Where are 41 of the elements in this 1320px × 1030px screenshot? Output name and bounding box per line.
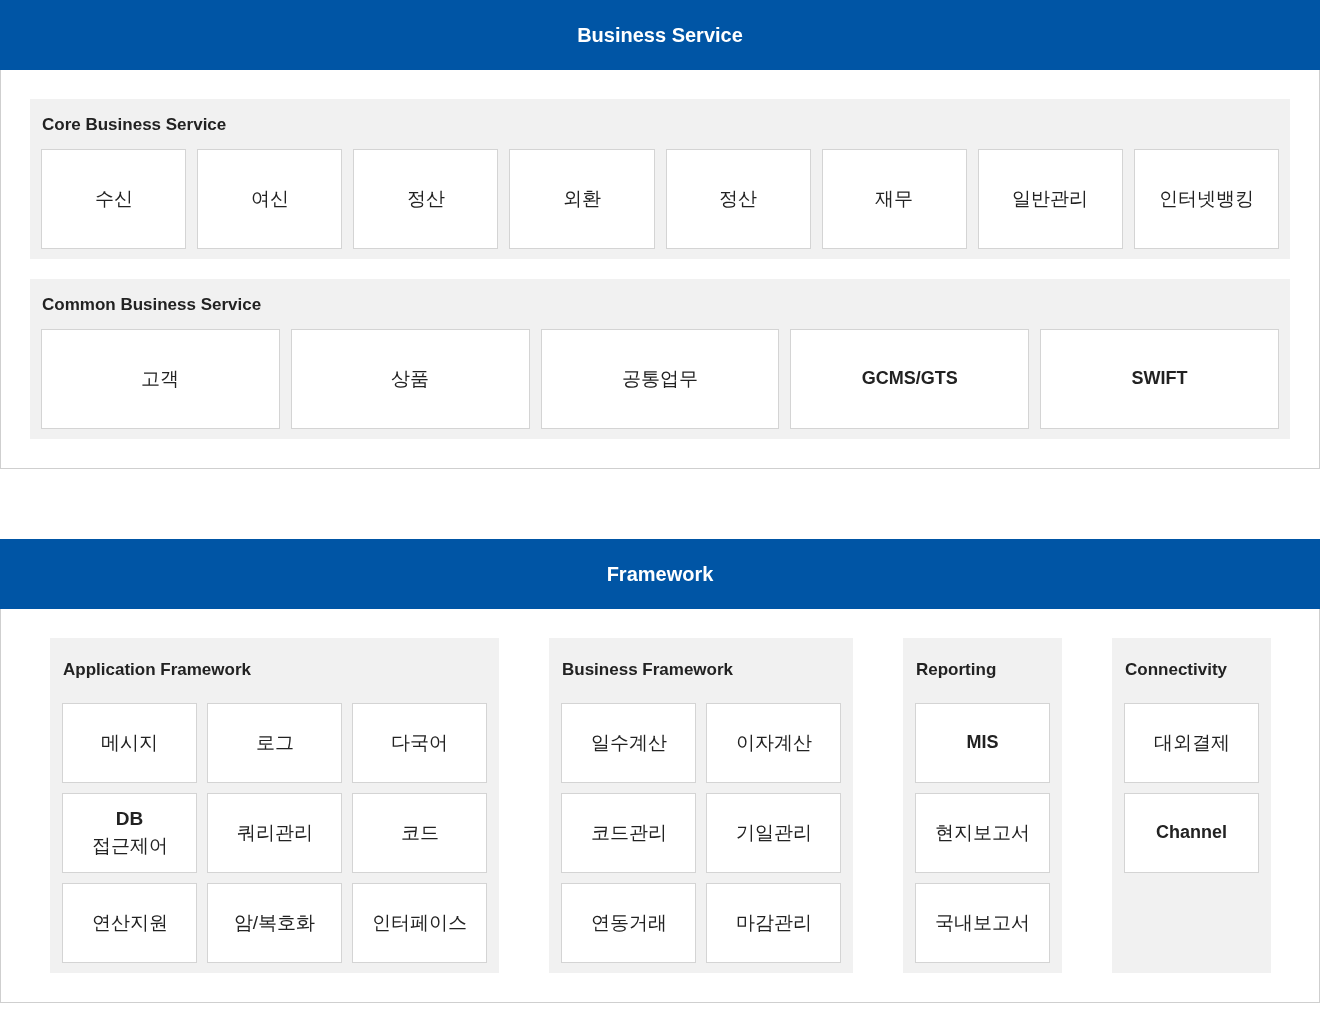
module-card: MIS — [915, 703, 1050, 783]
group-title: Application Framework — [62, 660, 252, 680]
module-card: 마감관리 — [706, 883, 841, 963]
group-title: Connectivity — [1124, 660, 1229, 680]
module-card: 정산 — [665, 149, 811, 249]
module-card: 상품 — [290, 329, 530, 429]
module-card: 다국어 — [352, 703, 487, 783]
module-card: 공통업무 — [540, 329, 780, 429]
section-header: Framework — [0, 539, 1320, 609]
module-card: 고객 — [41, 329, 280, 429]
module-card: 국내보고서 — [915, 883, 1050, 963]
module-card: 쿼리관리 — [207, 793, 342, 873]
module-card: 여신 — [197, 149, 343, 249]
module-card: 인터페이스 — [352, 883, 487, 963]
module-card: 기일관리 — [706, 793, 841, 873]
module-card: 메시지 — [62, 703, 197, 783]
module-card: 암/복호화 — [207, 883, 342, 963]
module-card: 재무 — [821, 149, 967, 249]
module-card: 일수계산 — [561, 703, 696, 783]
module-card: SWIFT — [1040, 329, 1279, 429]
module-card: GCMS/GTS — [790, 329, 1030, 429]
module-card: 이자계산 — [706, 703, 841, 783]
module-card: 인터넷뱅킹 — [1133, 149, 1279, 249]
module-card: 코드관리 — [561, 793, 696, 873]
group-title: Core Business Service — [41, 115, 228, 135]
module-card: 연산지원 — [62, 883, 197, 963]
group-title: Reporting — [915, 660, 998, 680]
module-card: 연동거래 — [561, 883, 696, 963]
module-card: 일반관리 — [977, 149, 1123, 249]
module-card: DB 접근제어 — [62, 793, 197, 873]
module-card: 정산 — [353, 149, 499, 249]
group-title: Business Framework — [561, 660, 734, 680]
group-title: Common Business Service — [41, 295, 263, 315]
module-card: 수신 — [41, 149, 187, 249]
module-card: 로그 — [207, 703, 342, 783]
module-card: 코드 — [352, 793, 487, 873]
module-card: 현지보고서 — [915, 793, 1050, 873]
module-card: 외환 — [509, 149, 655, 249]
module-card: 대외결제 — [1124, 703, 1259, 783]
section-header: Business Service — [0, 0, 1320, 70]
module-card: Channel — [1124, 793, 1259, 873]
